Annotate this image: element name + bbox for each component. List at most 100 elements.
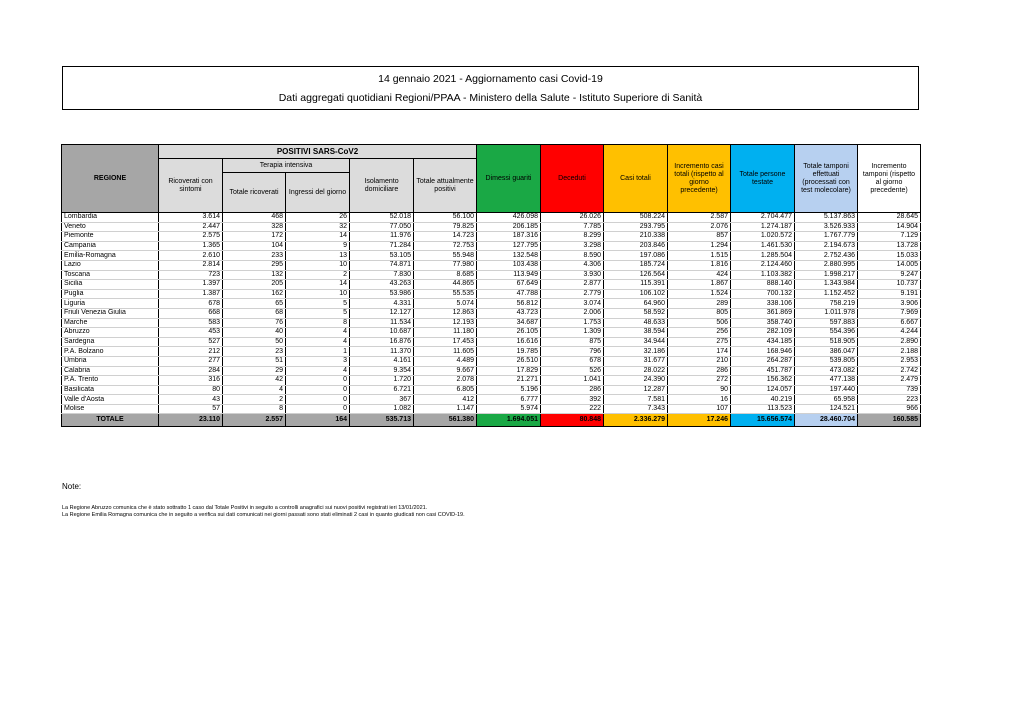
value-cell: 210.338 (603, 231, 668, 242)
region-name-cell: Sicilia (61, 279, 159, 290)
value-cell: 4 (285, 366, 350, 377)
value-cell: 8.299 (540, 231, 604, 242)
value-cell: 74.871 (349, 260, 414, 271)
table-row: Piemonte 2.575 172 14 11.976 14.723 187.316 8.2… (61, 231, 921, 242)
value-cell: 361.869 (730, 308, 795, 319)
table-body: Lombardia 3.614 468 26 52.018 56.100 426.098 26… (61, 212, 921, 428)
value-cell: 24.390 (603, 375, 668, 386)
header-positivi: POSITIVI SARS-CoV2 (158, 144, 477, 159)
value-cell: 79.825 (413, 222, 477, 233)
value-cell: 0 (285, 394, 350, 405)
value-cell: 16.616 (476, 337, 541, 348)
value-cell: 77.980 (413, 260, 477, 271)
value-cell: 12.287 (603, 385, 668, 396)
header-totale-ricoverati: Totale ricoverati (222, 172, 286, 213)
value-cell: 0 (285, 375, 350, 386)
value-cell: 583 (158, 318, 223, 329)
table-row: Marche 583 76 8 11.534 12.193 34.687 1.753 48.63… (61, 318, 921, 329)
value-cell: 16 (667, 394, 731, 405)
region-name-cell: Campania (61, 241, 159, 252)
value-cell: 2.078 (413, 375, 477, 386)
value-cell: 2.953 (857, 356, 921, 367)
value-cell: 539.805 (794, 356, 858, 367)
value-cell: 272 (667, 375, 731, 386)
value-cell: 2.188 (857, 346, 921, 357)
value-cell: 426.098 (476, 212, 541, 223)
table-row: P.A. Bolzano 212 23 1 11.370 11.605 19.785 796 3… (61, 346, 921, 357)
value-cell: 758.219 (794, 298, 858, 309)
value-cell: 2.006 (540, 308, 604, 319)
header-incremento-casi: Incremento casi totali (rispetto al gior… (667, 144, 731, 213)
value-cell: 3.526.933 (794, 222, 858, 233)
value-cell: 90 (667, 385, 731, 396)
value-cell: 26 (285, 212, 350, 223)
value-cell: 256 (667, 327, 731, 338)
region-name-cell: P.A. Trento (61, 375, 159, 386)
note-line: La Regione Emilia Romagna comunica che i… (62, 512, 465, 518)
value-cell: 5.137.863 (794, 212, 858, 223)
value-cell: 0 (285, 385, 350, 396)
header-ricoverati: Ricoverati con sintomi (158, 158, 223, 213)
value-cell: 1.365 (158, 241, 223, 252)
total-value-cell: 28.460.704 (794, 413, 858, 428)
value-cell: 1.274.187 (730, 222, 795, 233)
value-cell: 2.814 (158, 260, 223, 271)
value-cell: 126.564 (603, 270, 668, 281)
value-cell: 5 (285, 298, 350, 309)
value-cell: 233 (222, 250, 286, 261)
region-name-cell: Umbria (61, 356, 159, 367)
region-name-cell: P.A. Bolzano (61, 346, 159, 357)
total-value-cell: 15.656.574 (730, 413, 795, 428)
header-dimessi: Dimessi guariti (476, 144, 541, 213)
value-cell: 223 (857, 394, 921, 405)
value-cell: 4.306 (540, 260, 604, 271)
value-cell: 6.721 (349, 385, 414, 396)
table-row: Umbria 277 51 3 4.161 4.489 26.510 678 31.677 210… (61, 356, 921, 367)
region-name-cell: Molise (61, 404, 159, 415)
notes-title: Note: (62, 482, 82, 491)
value-cell: 286 (540, 385, 604, 396)
value-cell: 723 (158, 270, 223, 281)
value-cell: 966 (857, 404, 921, 415)
value-cell: 3.930 (540, 270, 604, 281)
totals-row: TOTALE 23.110 2.557 164 535.713 561.380 1.694.… (61, 413, 921, 428)
table-row: Basilicata 80 4 0 6.721 6.805 5.196 286 12.287 90… (61, 385, 921, 396)
value-cell: 1.147 (413, 404, 477, 415)
value-cell: 597.883 (794, 318, 858, 329)
value-cell: 678 (540, 356, 604, 367)
value-cell: 115.391 (603, 279, 668, 290)
table-row: Emilia-Romagna 2.610 233 13 53.105 55.948 132.… (61, 250, 921, 261)
value-cell: 8.590 (540, 250, 604, 261)
table-row: Friuli Venezia Giulia 668 68 5 12.127 12.863 4… (61, 308, 921, 319)
value-cell: 10 (285, 260, 350, 271)
value-cell: 284 (158, 366, 223, 377)
value-cell: 57 (158, 404, 223, 415)
value-cell: 56.812 (476, 298, 541, 309)
value-cell: 174 (667, 346, 731, 357)
value-cell: 51 (222, 356, 286, 367)
value-cell: 2.575 (158, 231, 223, 242)
value-cell: 554.396 (794, 327, 858, 338)
table-row: Veneto 2.447 328 32 77.050 79.825 206.185 7.785… (61, 222, 921, 233)
value-cell: 2.704.477 (730, 212, 795, 223)
region-name-cell: Piemonte (61, 231, 159, 242)
value-cell: 206.185 (476, 222, 541, 233)
value-cell: 26.510 (476, 356, 541, 367)
value-cell: 412 (413, 394, 477, 405)
value-cell: 6.805 (413, 385, 477, 396)
region-name-cell: Abruzzo (61, 327, 159, 338)
table-row: Sardegna 527 50 4 16.876 17.453 16.616 875 34.94… (61, 337, 921, 348)
value-cell: 888.140 (730, 279, 795, 290)
value-cell: 0 (285, 404, 350, 415)
value-cell: 127.795 (476, 241, 541, 252)
value-cell: 289 (667, 298, 731, 309)
value-cell: 477.138 (794, 375, 858, 386)
value-cell: 527 (158, 337, 223, 348)
value-cell: 48.633 (603, 318, 668, 329)
value-cell: 222 (540, 404, 604, 415)
value-cell: 328 (222, 222, 286, 233)
value-cell: 2.479 (857, 375, 921, 386)
value-cell: 103.438 (476, 260, 541, 271)
value-cell: 14.904 (857, 222, 921, 233)
value-cell: 124.057 (730, 385, 795, 396)
